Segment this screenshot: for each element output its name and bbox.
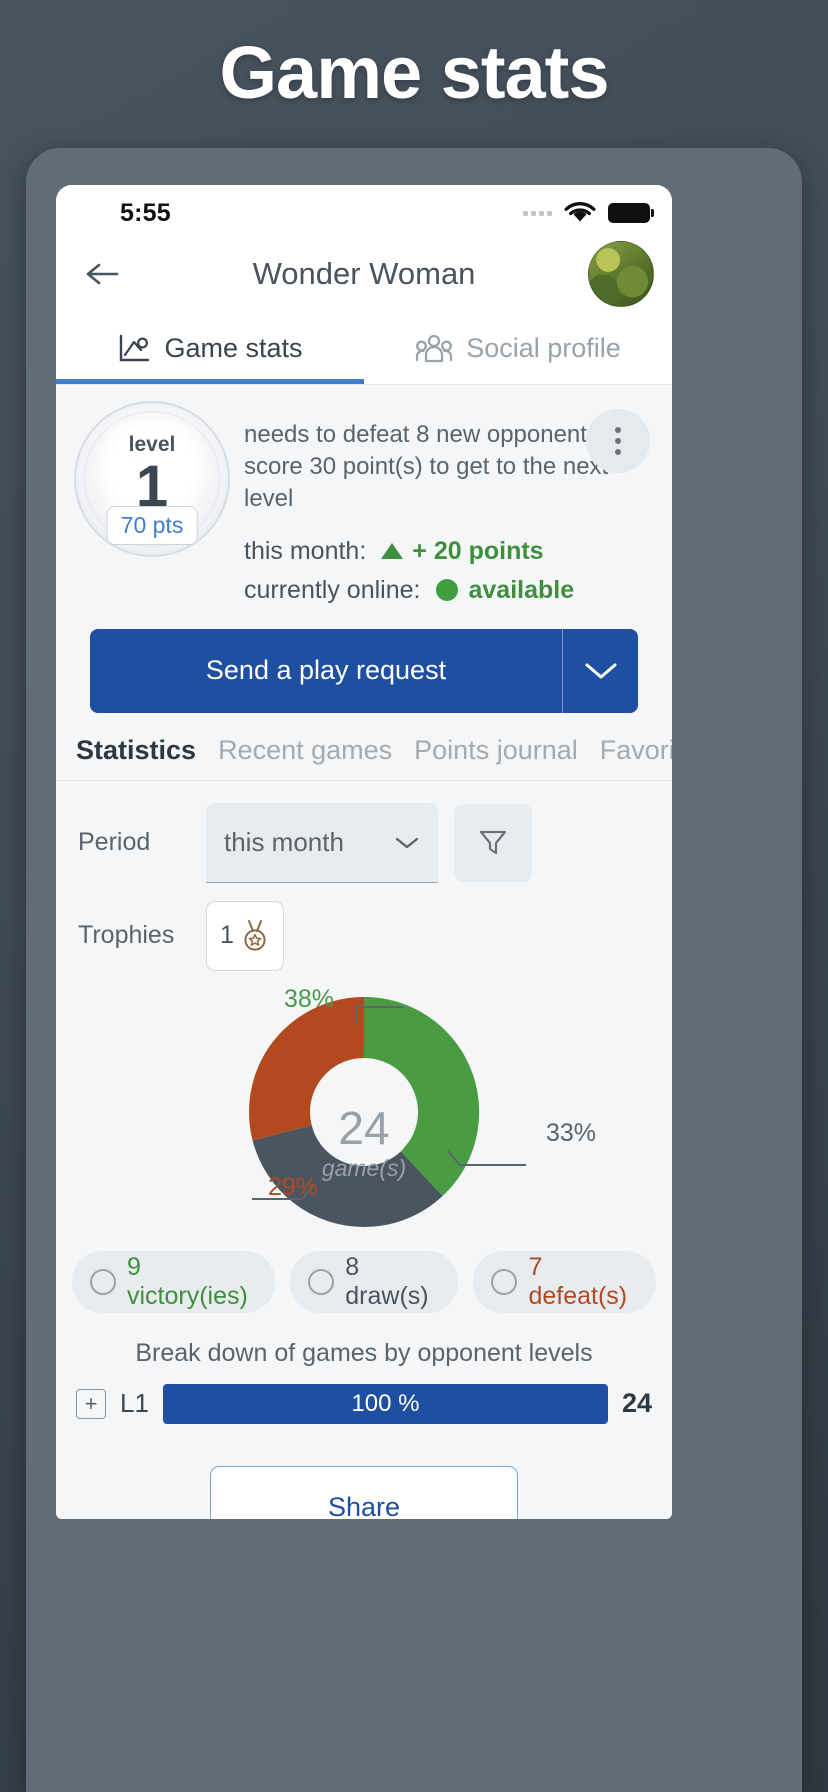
active-tab-indicator xyxy=(56,379,364,384)
games-donut-chart: 24 game(s) 38% 33% 29% xyxy=(56,977,672,1247)
avatar[interactable] xyxy=(588,241,654,307)
medal-icon xyxy=(244,919,266,951)
send-play-request-button[interactable]: Send a play request xyxy=(90,628,562,713)
filter-funnel-icon xyxy=(479,830,507,854)
level-badge: level 1 70 pts xyxy=(74,401,230,557)
trophies-row: Trophies 1 xyxy=(56,883,672,971)
online-value: available xyxy=(468,575,575,604)
online-label: currently online: xyxy=(244,575,421,604)
month-label: this month: xyxy=(244,536,367,565)
phone-frame: 5:55 Wonder Woman Game stats Social prof… xyxy=(26,148,802,1792)
level-points-badge[interactable]: 70 pts xyxy=(106,506,198,545)
chevron-down-icon xyxy=(585,663,616,679)
tab-social-profile-label: Social profile xyxy=(466,333,621,363)
sub-tab-points-journal[interactable]: Points journal xyxy=(414,735,578,766)
tab-social-profile[interactable]: Social profile xyxy=(364,313,672,384)
trophies-count: 1 xyxy=(220,921,234,950)
trophies-count-box[interactable]: 1 xyxy=(206,900,284,971)
legend-chip-defeats[interactable]: 7 defeat(s) xyxy=(473,1250,656,1313)
app-header: Wonder Woman xyxy=(56,235,672,313)
online-status-row: currently online: available xyxy=(244,576,654,605)
statistics-sub-tabs: Statistics Recent games Points journal F… xyxy=(56,712,672,781)
donut-label-draws: 33% xyxy=(546,1118,597,1147)
donut-label-victories: 38% xyxy=(284,984,335,1013)
donut-label-defeats: 29% xyxy=(268,1172,319,1201)
trophies-label: Trophies xyxy=(78,921,175,950)
kebab-menu-icon[interactable] xyxy=(586,409,650,473)
chart-stats-icon xyxy=(117,333,151,365)
radio-circle-icon xyxy=(308,1268,335,1295)
radio-circle-icon xyxy=(90,1268,116,1295)
legend-chip-victories-label: 9 victory(ies) xyxy=(127,1252,248,1310)
wifi-icon xyxy=(564,202,596,222)
radio-circle-icon xyxy=(491,1268,518,1295)
legend-chip-draws-label: 8 draw(s) xyxy=(345,1252,429,1310)
period-select-value: this month xyxy=(224,826,344,857)
period-filter-row: Period this month xyxy=(56,781,672,883)
status-indicators xyxy=(523,201,654,225)
sub-tab-statistics[interactable]: Statistics xyxy=(76,735,196,766)
content-area: level 1 70 pts needs to defeat 8 new opp… xyxy=(56,385,672,1519)
level-text: level 1 xyxy=(129,433,176,515)
results-legend: 9 victory(ies) 8 draw(s) 7 defeat(s) xyxy=(56,1250,672,1313)
legend-chip-victories[interactable]: 9 victory(ies) xyxy=(72,1250,276,1313)
period-label: Period xyxy=(78,828,151,857)
breakdown-bar: 100 % xyxy=(162,1383,608,1424)
back-arrow-icon[interactable] xyxy=(80,251,126,297)
status-dot-icon xyxy=(436,579,459,602)
breakdown-row: + L1 100 % 24 xyxy=(56,1368,672,1424)
donut-total-value: 24 xyxy=(338,1101,390,1154)
period-select[interactable]: this month xyxy=(206,802,438,883)
main-tab-bar: Game stats Social profile xyxy=(56,313,672,385)
phone-screen: 5:55 Wonder Woman Game stats Social prof… xyxy=(56,185,672,1519)
share-button[interactable]: Share xyxy=(210,1465,518,1519)
triangle-up-icon xyxy=(381,543,404,560)
header-title: Wonder Woman xyxy=(252,256,476,291)
status-bar: 5:55 xyxy=(56,185,672,235)
month-points-row: this month: + 20 points xyxy=(244,537,654,566)
play-request-group: Send a play request xyxy=(90,628,638,713)
dropdown-caret-icon xyxy=(394,827,420,858)
level-panel: level 1 70 pts needs to defeat 8 new opp… xyxy=(56,385,672,611)
legend-chip-draws[interactable]: 8 draw(s) xyxy=(290,1250,459,1313)
plus-box-icon[interactable]: + xyxy=(76,1388,106,1419)
month-points-value: + 20 points xyxy=(412,536,544,565)
status-time: 5:55 xyxy=(120,198,171,227)
breakdown-title: Break down of games by opponent levels xyxy=(135,1338,593,1367)
donut-center-label: 24 game(s) xyxy=(284,1105,444,1182)
page-title: Game stats xyxy=(219,31,610,114)
tab-game-stats-label: Game stats xyxy=(164,333,303,363)
battery-full-icon xyxy=(608,203,654,223)
tab-game-stats[interactable]: Game stats xyxy=(56,313,364,384)
signal-dots-icon xyxy=(523,210,552,216)
legend-chip-defeats-label: 7 defeat(s) xyxy=(528,1252,628,1310)
breakdown-count: 24 xyxy=(621,1388,652,1419)
play-request-dropdown-button[interactable] xyxy=(562,628,638,713)
people-group-icon xyxy=(415,334,453,364)
breakdown-level-label: L1 xyxy=(120,1388,149,1419)
sub-tab-favorite-games[interactable]: Favorite ga xyxy=(600,735,672,766)
sub-tab-recent-games[interactable]: Recent games xyxy=(218,735,392,766)
filter-funnel-button[interactable] xyxy=(454,803,532,882)
